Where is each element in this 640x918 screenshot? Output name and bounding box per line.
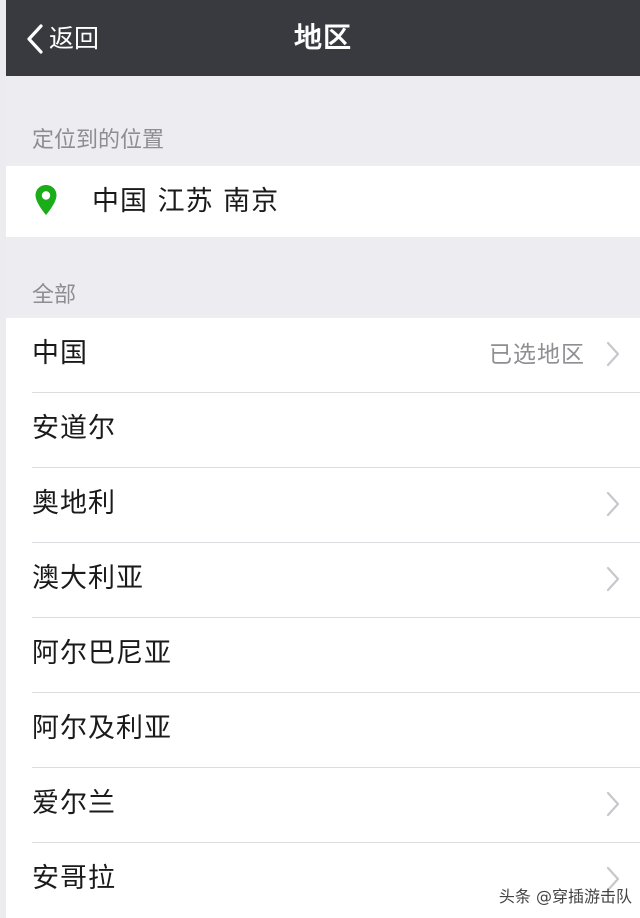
region-list: 中国 已选地区 安道尔 奥地利 澳大利亚 阿尔巴尼亚 阿尔及利亚 爱尔兰 安哥拉 [6, 318, 640, 918]
region-name: 阿尔及利亚 [32, 713, 172, 744]
region-name: 阿尔巴尼亚 [32, 638, 172, 669]
located-location-text: 中国 江苏 南京 [92, 185, 280, 217]
region-name: 安道尔 [32, 413, 116, 444]
region-name: 澳大利亚 [32, 563, 144, 594]
all-regions-section-header: 全部 [32, 283, 77, 308]
region-name: 爱尔兰 [32, 788, 116, 819]
region-item-algeria[interactable]: 阿尔及利亚 [6, 693, 640, 768]
region-name: 中国 [32, 338, 88, 369]
watermark: 头条 @穿插游击队 [498, 887, 632, 906]
region-screen: 返回 地区 定位到的位置 中国 江苏 南京 全部 中国 已选地区 安道尔 奥地利 [6, 0, 640, 918]
region-item-ireland[interactable]: 爱尔兰 [6, 768, 640, 843]
region-item-albania[interactable]: 阿尔巴尼亚 [6, 618, 640, 693]
region-item-china[interactable]: 中国 已选地区 [6, 318, 640, 393]
located-section-header: 定位到的位置 [32, 128, 165, 153]
chevron-right-icon [606, 566, 620, 592]
located-location-item[interactable]: 中国 江苏 南京 [6, 166, 640, 237]
chevron-right-icon [606, 791, 620, 817]
region-item-australia[interactable]: 澳大利亚 [6, 543, 640, 618]
location-pin-icon [35, 184, 57, 215]
region-name: 安哥拉 [32, 863, 116, 894]
region-name: 奥地利 [32, 488, 116, 519]
region-item-austria[interactable]: 奥地利 [6, 468, 640, 543]
selected-region-badge: 已选地区 [489, 342, 585, 368]
navigation-bar: 返回 地区 [6, 0, 640, 76]
chevron-right-icon [606, 341, 620, 367]
chevron-right-icon [606, 491, 620, 517]
region-item-andorra[interactable]: 安道尔 [6, 393, 640, 468]
page-title: 地区 [293, 21, 352, 54]
